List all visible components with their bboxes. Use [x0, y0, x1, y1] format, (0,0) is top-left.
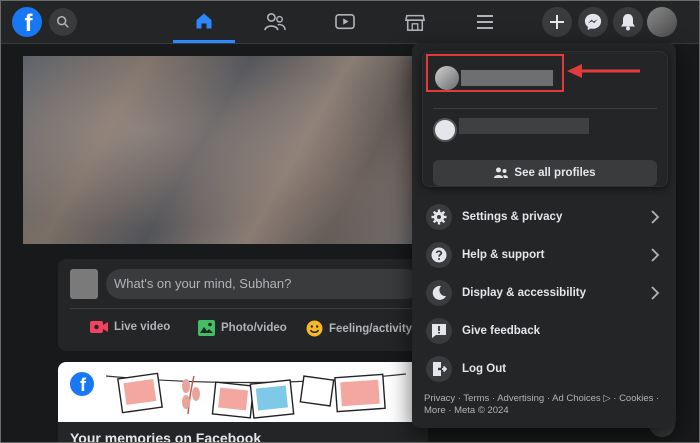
post-composer: What's on your mind, Subhan? Live video …: [58, 259, 428, 351]
video-icon: [335, 13, 355, 30]
friends-icon: [264, 13, 286, 31]
menu-item-label: Give feedback: [462, 325, 540, 337]
search-button[interactable]: [49, 8, 77, 36]
messenger-icon: [584, 13, 602, 31]
menu-item-log-out[interactable]: Log Out: [422, 352, 666, 386]
live-video-button[interactable]: Live video: [90, 320, 170, 334]
feeling-activity-button[interactable]: Feeling/activity: [306, 320, 412, 337]
divider: [70, 308, 416, 309]
facebook-logo[interactable]: f: [12, 7, 42, 37]
avatar: [70, 269, 98, 299]
smiley-icon: [306, 320, 323, 337]
menu-item-give-feedback[interactable]: Give feedback: [422, 314, 666, 348]
hamburger-icon: [477, 15, 493, 29]
chevron-right-icon: [651, 286, 660, 300]
moon-icon: [426, 280, 452, 306]
gear-icon: [426, 204, 452, 230]
tab-marketplace[interactable]: [384, 1, 446, 43]
search-icon: [56, 15, 69, 28]
notifications-button[interactable]: [613, 7, 643, 37]
profiles-icon: [494, 167, 509, 178]
menu-item-label: Display & accessibility: [462, 287, 587, 299]
chevron-right-icon: [651, 248, 660, 262]
memories-card[interactable]: f Your memories on Facebook: [58, 362, 428, 443]
tab-menu[interactable]: [454, 1, 516, 43]
live-video-icon: [90, 321, 108, 333]
facebook-logo: f: [70, 372, 94, 396]
plus-icon: [550, 15, 564, 29]
divider: [433, 108, 657, 109]
annotation-arrow-icon: [567, 64, 640, 78]
tab-friends[interactable]: [244, 1, 306, 43]
menu-item-label: Help & support: [462, 249, 545, 261]
tab-watch[interactable]: [314, 1, 376, 43]
profile-name-redacted: [459, 118, 589, 134]
photo-icon: [198, 320, 215, 336]
see-all-profiles-button[interactable]: See all profiles: [433, 160, 657, 186]
chevron-right-icon: [651, 210, 660, 224]
profile-avatar: [433, 118, 457, 142]
photo-video-label: Photo/video: [221, 322, 287, 334]
cover-photo: [23, 56, 423, 244]
bell-icon: [621, 14, 635, 31]
footer-links[interactable]: Privacy · Terms · Advertising · Ad Choic…: [424, 393, 664, 417]
menu-item-settings-privacy[interactable]: Settings & privacy: [422, 200, 666, 234]
browser-frame: f What's on your mind, Subhan? Live vide…: [0, 0, 700, 443]
menu-item-display-accessibility[interactable]: Display & accessibility: [422, 276, 666, 310]
menu-item-label: Settings & privacy: [462, 211, 563, 223]
account-avatar-button[interactable]: [647, 7, 677, 37]
photo-video-button[interactable]: Photo/video: [198, 320, 287, 336]
home-icon: [196, 13, 212, 28]
whats-on-your-mind-input[interactable]: What's on your mind, Subhan?: [106, 269, 421, 299]
question-icon: [426, 242, 452, 268]
store-icon: [405, 14, 425, 31]
annotation-highlight-box: [426, 54, 564, 92]
messenger-button[interactable]: [578, 7, 608, 37]
live-video-label: Live video: [114, 321, 171, 333]
memories-banner: f: [58, 362, 428, 422]
top-navigation-bar: f: [1, 1, 699, 44]
photos-illustration: [106, 372, 406, 419]
create-button[interactable]: [542, 7, 572, 37]
menu-item-help-support[interactable]: Help & support: [422, 238, 666, 272]
feedback-icon: [426, 318, 452, 344]
account-menu: See all profiles Settings & privacy Help…: [412, 43, 676, 428]
tab-home[interactable]: [173, 1, 235, 43]
memories-title: Your memories on Facebook: [70, 430, 262, 443]
menu-item-label: Log Out: [462, 363, 507, 375]
feeling-activity-label: Feeling/activity: [329, 322, 413, 335]
see-all-profiles-label: See all profiles: [514, 167, 596, 179]
logout-icon: [426, 356, 452, 382]
